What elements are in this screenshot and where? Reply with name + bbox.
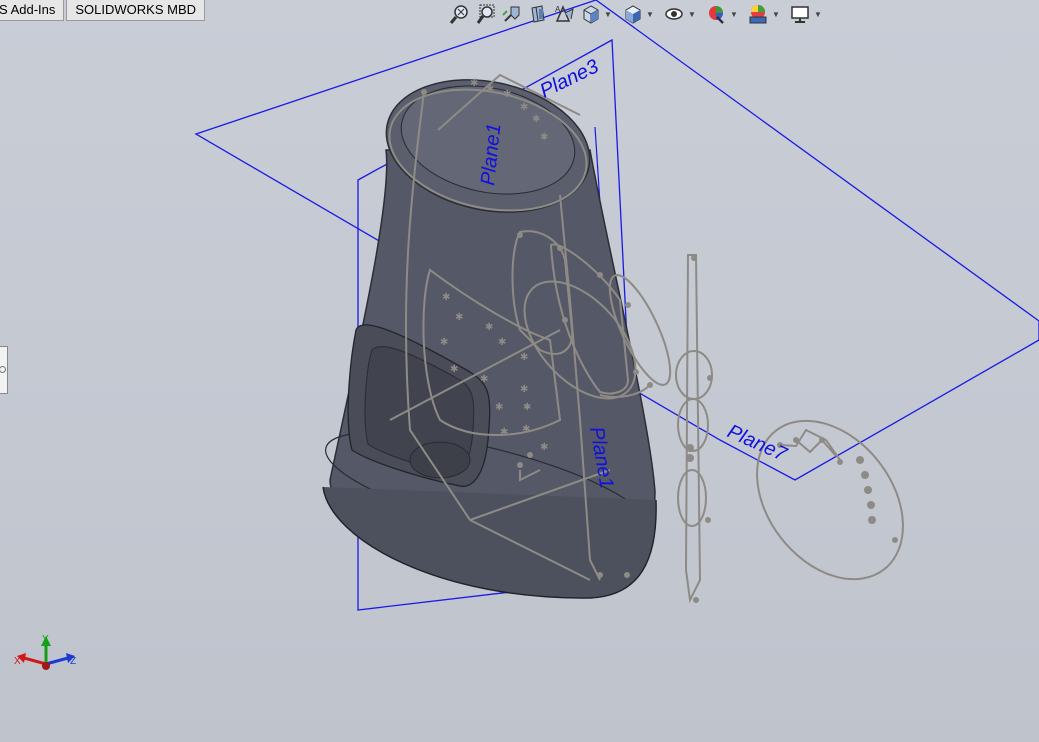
zoom-to-area-icon[interactable] <box>473 1 499 27</box>
view-settings-icon[interactable] <box>787 1 813 27</box>
svg-text:✱: ✱ <box>450 364 458 375</box>
triad-x-label: X <box>14 656 21 667</box>
svg-text:✱: ✱ <box>455 312 463 323</box>
triad-z-label: Z <box>70 656 76 667</box>
svg-text:✱: ✱ <box>480 374 488 385</box>
svg-text:✱: ✱ <box>498 337 506 348</box>
svg-text:✱: ✱ <box>522 424 530 435</box>
svg-text:✱: ✱ <box>520 102 528 113</box>
heads-up-view-toolbar: A ▼ ▼ ▼ ▼ ▼ ▼ <box>447 0 829 28</box>
zoom-to-fit-icon[interactable] <box>447 1 473 27</box>
svg-text:✱: ✱ <box>540 132 548 143</box>
svg-text:✱: ✱ <box>520 352 528 363</box>
tab-solidworks-mbd[interactable]: SOLIDWORKS MBD <box>66 0 205 21</box>
chevron-down-icon[interactable]: ▼ <box>645 1 655 27</box>
section-view-icon[interactable] <box>525 1 551 27</box>
hide-show-items-icon[interactable] <box>661 1 687 27</box>
svg-text:✱: ✱ <box>495 402 503 413</box>
chevron-down-icon[interactable]: ▼ <box>771 1 781 27</box>
svg-text:✱: ✱ <box>442 292 450 303</box>
svg-text:✱: ✱ <box>470 78 478 89</box>
svg-text:✱: ✱ <box>485 322 493 333</box>
graphics-viewport[interactable]: ✱✱✱ ✱ ✱✱ ✱✱✱ ✱ ✱✱ ✱✱✱ ✱✱✱ ✱✱ Plane3 Plane1… <box>0 0 1039 742</box>
svg-text:✱: ✱ <box>520 384 528 395</box>
chevron-down-icon[interactable]: ▼ <box>729 1 739 27</box>
apply-scene-icon[interactable] <box>745 1 771 27</box>
edit-appearance-icon[interactable] <box>703 1 729 27</box>
reference-triad: Y X Z <box>14 634 76 670</box>
chevron-down-icon[interactable]: ▼ <box>813 1 823 27</box>
svg-text:✱: ✱ <box>486 84 494 95</box>
svg-text:✱: ✱ <box>500 427 508 438</box>
svg-text:A: A <box>555 5 561 14</box>
svg-text:✱: ✱ <box>440 337 448 348</box>
triad-y-label: Y <box>42 634 49 645</box>
tab-add-ins[interactable]: S Add-Ins <box>0 0 65 21</box>
plane3-label[interactable]: Plane3 <box>537 55 603 102</box>
svg-text:✱: ✱ <box>503 89 511 100</box>
view-orientation-icon[interactable] <box>577 1 603 27</box>
previous-view-icon[interactable] <box>499 1 525 27</box>
feature-manager-collapse-handle[interactable] <box>0 346 8 394</box>
chevron-down-icon[interactable]: ▼ <box>687 1 697 27</box>
display-style-icon[interactable] <box>619 1 645 27</box>
dynamic-annotation-views-icon[interactable]: A <box>551 1 577 27</box>
command-manager-tabs: S Add-Ins SOLIDWORKS MBD <box>0 0 207 21</box>
grip-icon <box>0 366 6 373</box>
svg-text:✱: ✱ <box>540 442 548 453</box>
svg-text:✱: ✱ <box>532 114 540 125</box>
svg-text:✱: ✱ <box>523 402 531 413</box>
chevron-down-icon[interactable]: ▼ <box>603 1 613 27</box>
